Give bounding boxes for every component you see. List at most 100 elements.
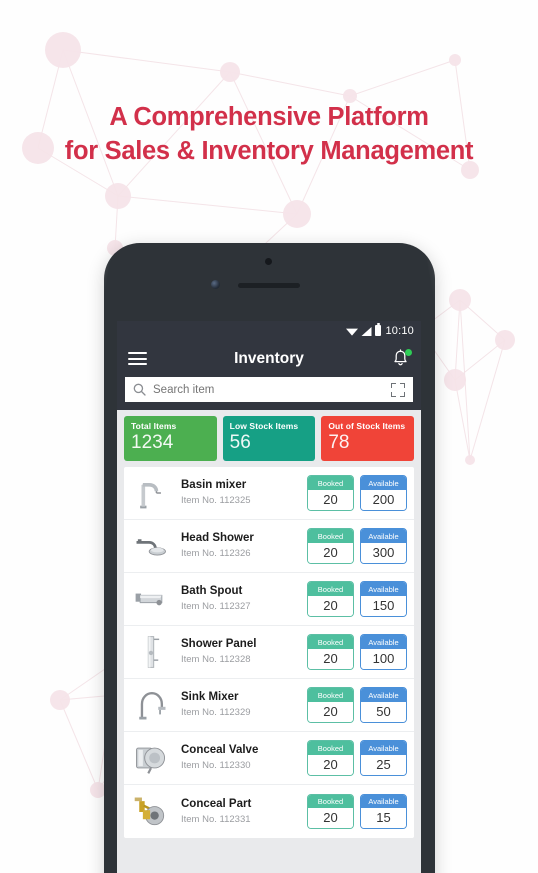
item-number: Item No. 112325: [181, 495, 251, 507]
booked-chip[interactable]: Booked 20: [307, 581, 354, 617]
app-bar: Inventory: [117, 340, 421, 377]
booked-chip[interactable]: Booked 20: [307, 634, 354, 670]
available-chip[interactable]: Available 150: [360, 581, 407, 617]
available-value: 25: [361, 754, 406, 775]
booked-label: Booked: [308, 741, 353, 755]
available-chip[interactable]: Available 50: [360, 687, 407, 723]
item-name: Head Shower: [181, 532, 254, 545]
stat-card-out-of-stock-items[interactable]: Out of Stock Items 78: [321, 416, 415, 461]
available-value: 300: [361, 542, 406, 563]
booked-value: 20: [308, 754, 353, 775]
stat-card-low-stock-items[interactable]: Low Stock Items 56: [222, 416, 316, 461]
item-number: Item No. 112326: [181, 548, 251, 560]
item-name: Sink Mixer: [181, 691, 239, 704]
wifi-icon: [346, 328, 359, 336]
notification-badge: [405, 348, 412, 356]
stat-value: 78: [328, 432, 350, 453]
page-title: A Comprehensive Platform for Sales & Inv…: [0, 100, 538, 168]
booked-chip[interactable]: Booked 20: [307, 528, 354, 564]
booked-value: 20: [308, 701, 353, 722]
booked-chip[interactable]: Booked 20: [307, 687, 354, 723]
available-chip[interactable]: Available 200: [360, 475, 407, 511]
table-row[interactable]: Conceal Part Item No. 112331 Booked 20 Avail…: [124, 785, 414, 838]
sink-mixer-icon: [128, 683, 174, 727]
headline-line-1: A Comprehensive Platform: [109, 103, 429, 131]
available-label: Available: [361, 741, 406, 755]
bath-spout-icon: [128, 577, 174, 621]
table-row[interactable]: Sink Mixer Item No. 112329 Booked 20 Availab…: [124, 679, 414, 732]
shower-panel-icon: [128, 630, 174, 674]
earpiece-speaker: [238, 283, 300, 288]
booked-chip[interactable]: Booked 20: [307, 740, 354, 776]
stat-value: 56: [229, 432, 251, 453]
booked-label: Booked: [308, 635, 353, 649]
item-number: Item No. 112328: [181, 654, 251, 666]
signal-icon: [361, 327, 372, 336]
conceal-part-icon: [128, 790, 174, 834]
booked-label: Booked: [308, 476, 353, 490]
available-value: 200: [361, 489, 406, 510]
head-shower-icon: [128, 524, 174, 568]
table-row[interactable]: Basin mixer Item No. 112325 Booked 20 Availa…: [124, 467, 414, 520]
item-name: Shower Panel: [181, 638, 257, 651]
item-number: Item No. 112329: [181, 707, 251, 719]
item-name: Basin mixer: [181, 479, 247, 492]
booked-value: 20: [308, 542, 353, 563]
stats-row: Total Items 1234 Low Stock Items 56 Out …: [124, 416, 415, 461]
item-info: Shower Panel Item No. 112328: [174, 637, 307, 666]
table-row[interactable]: Head Shower Item No. 112326 Booked 20 Availa…: [124, 520, 414, 573]
search-input[interactable]: [153, 383, 384, 396]
booked-value: 20: [308, 808, 353, 829]
item-name: Bath Spout: [181, 585, 243, 598]
booked-label: Booked: [308, 529, 353, 543]
booked-chip[interactable]: Booked 20: [307, 475, 354, 511]
available-chip[interactable]: Available 25: [360, 740, 407, 776]
item-info: Basin mixer Item No. 112325: [174, 478, 307, 507]
booked-value: 20: [308, 595, 353, 616]
item-name: Conceal Part: [181, 797, 252, 810]
item-number: Item No. 112331: [181, 813, 251, 825]
phone-screen: 10:10 Inventory Search item Total Items …: [117, 321, 421, 873]
conceal-valve-icon: [128, 736, 174, 780]
table-row[interactable]: Shower Panel Item No. 112328 Booked 20 Avail…: [124, 626, 414, 679]
item-info: Sink Mixer Item No. 112329: [174, 690, 307, 719]
available-chip[interactable]: Available 300: [360, 528, 407, 564]
app-bar-title: Inventory: [234, 349, 304, 367]
item-stock-chips: Booked 20 Available 300: [307, 528, 407, 564]
search-bar[interactable]: [125, 377, 413, 402]
available-chip[interactable]: Available 15: [360, 793, 407, 830]
table-row[interactable]: Conceal Valve Item No. 112330 Booked 20 Avai…: [124, 732, 414, 785]
available-label: Available: [361, 582, 406, 596]
stat-card-total-items[interactable]: Total Items 1234: [124, 416, 217, 461]
proximity-sensor-dot: [265, 258, 272, 265]
table-row[interactable]: Bath Spout Item No. 112327 Booked 20 Availab…: [124, 573, 414, 626]
available-value: 50: [361, 701, 406, 722]
item-info: Conceal Valve Item No. 112330: [174, 743, 307, 772]
available-value: 150: [361, 595, 406, 616]
booked-label: Booked: [308, 688, 353, 702]
search-bar-container: [117, 377, 421, 410]
inventory-list: Basin mixer Item No. 112325 Booked 20 Availa…: [124, 467, 414, 838]
stat-value: 1234: [131, 432, 174, 453]
available-label: Available: [361, 688, 406, 702]
notifications-button[interactable]: [391, 348, 412, 369]
front-camera-icon: [211, 280, 220, 289]
item-info: Head Shower Item No. 112326: [174, 531, 307, 560]
stat-label: Total Items: [131, 421, 177, 431]
available-value: 15: [361, 808, 406, 829]
available-label: Available: [361, 529, 406, 543]
item-number: Item No. 112330: [181, 760, 251, 772]
hamburger-menu-icon[interactable]: [128, 349, 147, 369]
stat-label: Low Stock Items: [229, 421, 299, 431]
available-chip[interactable]: Available 100: [360, 634, 407, 670]
item-stock-chips: Booked 20 Available 150: [307, 581, 407, 617]
booked-chip[interactable]: Booked 20: [307, 793, 354, 830]
scan-frame-icon[interactable]: [391, 382, 405, 397]
headline-line-2: for Sales & Inventory Management: [64, 137, 474, 166]
available-value: 100: [361, 648, 406, 669]
item-info: Conceal Part Item No. 112331: [174, 797, 307, 826]
status-bar-clock: 10:10: [385, 324, 414, 337]
available-label: Available: [361, 794, 406, 809]
status-bar-icons: [346, 323, 382, 336]
stat-label: Out of Stock Items: [328, 421, 406, 431]
